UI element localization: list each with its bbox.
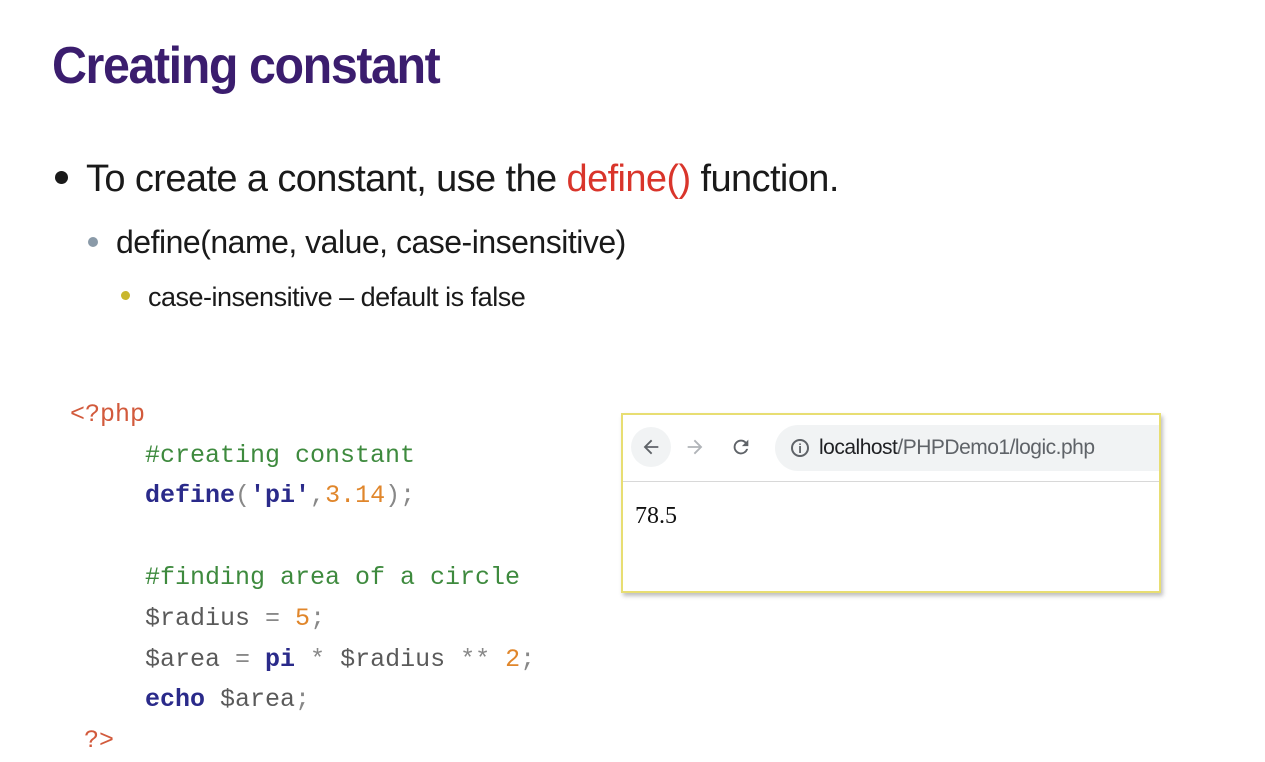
code-line-area: $area = pi * $radius ** 2; bbox=[70, 640, 535, 681]
arrow-right-icon[interactable] bbox=[675, 427, 715, 467]
code-punct: , bbox=[310, 481, 326, 511]
code-variable: $radius bbox=[145, 603, 251, 633]
code-keyword: echo bbox=[145, 685, 206, 715]
code-line-echo: echo $area; bbox=[70, 680, 535, 721]
code-line-radius: $radius = 5; bbox=[70, 599, 535, 640]
define-function-highlight: define() bbox=[566, 158, 692, 200]
code-line-define: define('pi',3.14); bbox=[70, 476, 535, 517]
url-host: localhost bbox=[819, 436, 898, 459]
code-operator: ** bbox=[445, 644, 506, 674]
php-open-tag: <?php bbox=[70, 399, 146, 429]
reload-svg bbox=[733, 439, 749, 455]
url-path: /PHPDemo1/logic.php bbox=[897, 436, 1095, 459]
code-line-close-tag: ?> bbox=[70, 721, 535, 762]
code-punct: ; bbox=[295, 685, 311, 715]
bullet-text: case-insensitive – default is false bbox=[148, 282, 526, 312]
code-number: 3.14 bbox=[325, 481, 386, 511]
code-punct: ; bbox=[310, 603, 326, 633]
code-constant: pi bbox=[265, 644, 296, 674]
browser-window: i localhost/PHPDemo1/logic.php 78.5 bbox=[621, 413, 1161, 593]
code-variable: $area bbox=[205, 685, 296, 715]
code-punct: ); bbox=[385, 481, 416, 511]
back-arrow-svg bbox=[643, 439, 659, 455]
code-punct: ( bbox=[235, 481, 251, 511]
code-punct: ; bbox=[520, 644, 536, 674]
code-block: <?php #creating constant define('pi',3.14)… bbox=[70, 354, 535, 762]
address-bar[interactable]: i localhost/PHPDemo1/logic.php bbox=[775, 425, 1159, 471]
bullet-text-suffix: function. bbox=[690, 158, 840, 200]
code-line-open-tag: <?php bbox=[70, 395, 535, 436]
code-operator: = bbox=[220, 644, 266, 674]
page-output: 78.5 bbox=[635, 503, 677, 529]
forward-arrow-svg bbox=[687, 439, 703, 455]
arrow-left-icon[interactable] bbox=[631, 427, 671, 467]
bullet-define-intro: To create a constant, use the define() f… bbox=[55, 158, 839, 201]
code-string: 'pi' bbox=[250, 481, 311, 511]
bullet-dot bbox=[55, 171, 68, 185]
bullet-dot bbox=[88, 236, 98, 247]
code-line-comment2: #finding area of a circle bbox=[70, 558, 535, 599]
code-comment: #finding area of a circle bbox=[145, 562, 521, 592]
bullet-text-prefix: To create a constant, use the bbox=[86, 158, 567, 200]
code-operator: * bbox=[295, 644, 341, 674]
code-line-comment1: #creating constant bbox=[70, 436, 535, 477]
code-comment: #creating constant bbox=[145, 440, 416, 470]
reload-icon[interactable] bbox=[721, 427, 761, 467]
bullet-define-signature: define(name, value, case-insensitive) bbox=[88, 224, 626, 261]
code-variable: $radius bbox=[340, 644, 446, 674]
bullet-dot bbox=[121, 291, 130, 301]
code-operator: = bbox=[250, 603, 296, 633]
browser-toolbar: i localhost/PHPDemo1/logic.php bbox=[623, 415, 1159, 482]
url-text: localhost/PHPDemo1/logic.php bbox=[819, 436, 1095, 460]
php-close-tag: ?> bbox=[84, 726, 115, 756]
info-icon[interactable]: i bbox=[791, 439, 809, 457]
code-keyword: define bbox=[145, 481, 236, 511]
bullet-text: define(name, value, case-insensitive) bbox=[116, 224, 626, 260]
bullet-case-insensitive: case-insensitive – default is false bbox=[121, 282, 526, 313]
code-number: 5 bbox=[295, 603, 311, 633]
code-number: 2 bbox=[505, 644, 521, 674]
slide-title: Creating constant bbox=[52, 37, 441, 95]
code-variable: $area bbox=[145, 644, 221, 674]
